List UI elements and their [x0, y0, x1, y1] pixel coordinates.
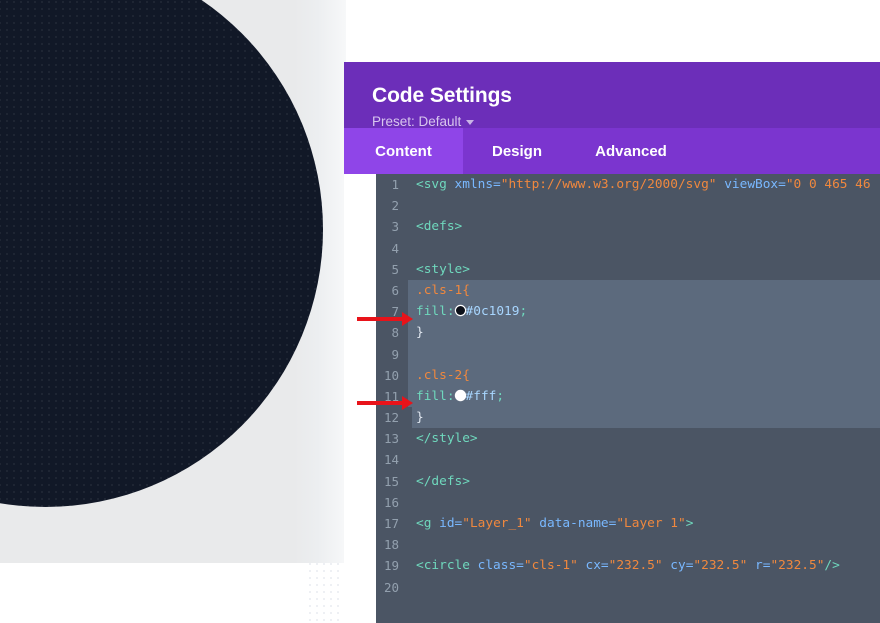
code-line: 19 <circle class="cls-1" cx="232.5" cy="… — [376, 555, 880, 576]
code-token: fill: — [416, 304, 455, 319]
code-token: <g — [416, 516, 431, 531]
code-token: > — [686, 516, 694, 531]
color-swatch-icon[interactable] — [456, 306, 465, 315]
code-token: ; — [496, 389, 504, 404]
code-line-text: <svg xmlns="http://www.w3.org/2000/svg" … — [408, 174, 871, 195]
chevron-down-icon — [466, 120, 474, 125]
line-number: 12 — [376, 407, 408, 428]
code-token: "232.5" — [609, 558, 663, 573]
code-line: 7 fill:#0c1019; — [376, 301, 880, 322]
code-editor[interactable]: 1 <svg xmlns="http://www.w3.org/2000/svg… — [376, 174, 880, 623]
line-number: 16 — [376, 492, 408, 513]
page-title: Code Settings — [372, 84, 880, 107]
code-line: 11 fill:#fff; — [376, 386, 880, 407]
code-line-text: <g id="Layer_1" data-name="Layer 1"> — [408, 513, 693, 534]
code-line-text: fill: #0c1019; — [408, 301, 527, 322]
code-line: 6 .cls-1{ — [376, 280, 880, 301]
code-token: ; — [519, 304, 527, 319]
code-token: data-name= — [532, 516, 617, 531]
code-token: "cls-1" — [524, 558, 578, 573]
code-token: cx= — [578, 558, 609, 573]
modal-header: Code Settings Preset: Default — [344, 62, 880, 128]
annotation-arrow-line-10 — [357, 401, 404, 405]
line-number: 17 — [376, 513, 408, 534]
code-line-text: </defs> — [408, 471, 470, 492]
code-line: 13 </style> — [376, 428, 880, 449]
code-token: "Layer_1" — [462, 516, 531, 531]
tab-design[interactable]: Design — [463, 128, 571, 174]
code-line: 14 — [376, 449, 880, 470]
code-token: xmlns= — [447, 177, 501, 192]
code-line: 10 .cls-2{ — [376, 365, 880, 386]
code-token: viewBox= — [717, 177, 786, 192]
code-line: 9 — [376, 344, 880, 365]
code-line-text: } — [408, 407, 424, 428]
preset-label: Preset: Default — [372, 114, 461, 129]
line-number: 1 — [376, 174, 408, 195]
line-number: 15 — [376, 471, 408, 492]
tab-advanced[interactable]: Advanced — [571, 128, 691, 174]
code-line: 2 — [376, 195, 880, 216]
code-line-text: <style> — [408, 259, 470, 280]
code-token: cy= — [663, 558, 694, 573]
line-number: 6 — [376, 280, 408, 301]
line-number: 10 — [376, 365, 408, 386]
code-token: id= — [431, 516, 462, 531]
code-line: 5 <style> — [376, 259, 880, 280]
code-line: 17 <g id="Layer_1" data-name="Layer 1"> — [376, 513, 880, 534]
line-number: 4 — [376, 238, 408, 259]
tab-content[interactable]: Content — [344, 128, 463, 174]
modal-tabbar: Content Design Advanced — [344, 128, 880, 174]
code-line-text: <defs> — [408, 216, 462, 237]
line-number: 13 — [376, 428, 408, 449]
code-line: 20 — [376, 577, 880, 598]
line-number: 18 — [376, 534, 408, 555]
code-line-text: fill: #fff; — [408, 386, 504, 407]
line-number: 9 — [376, 344, 408, 365]
code-line: 15 </defs> — [376, 471, 880, 492]
code-token: "0 0 465 46 — [786, 177, 871, 192]
code-token: "Layer 1" — [616, 516, 685, 531]
editor-left-padding — [344, 174, 376, 623]
code-line: 3 <defs> — [376, 216, 880, 237]
code-token: /> — [824, 558, 839, 573]
code-token: "232.5" — [770, 558, 824, 573]
annotation-arrow-line-6 — [357, 317, 404, 321]
code-line-text: <circle class="cls-1" cx="232.5" cy="232… — [408, 555, 840, 576]
code-settings-modal: Code Settings Preset: Default Content De… — [344, 62, 880, 623]
code-line: 16 — [376, 492, 880, 513]
line-number: 5 — [376, 259, 408, 280]
code-line: 8 } — [376, 322, 880, 343]
code-token: #0c1019 — [466, 304, 520, 319]
code-line: 12 } — [376, 407, 880, 428]
line-number: 20 — [376, 577, 408, 598]
code-token: r= — [747, 558, 770, 573]
background-dot-pattern — [309, 563, 346, 623]
code-line-text: </style> — [408, 428, 478, 449]
code-line-text: .cls-2{ — [408, 365, 470, 386]
code-line-text: .cls-1{ — [408, 280, 470, 301]
code-token: "232.5" — [693, 558, 747, 573]
code-token: "http://www.w3.org/2000/svg" — [501, 177, 717, 192]
code-line: 4 — [376, 238, 880, 259]
code-token: fill: — [416, 389, 455, 404]
editor-wrapper: 1 <svg xmlns="http://www.w3.org/2000/svg… — [344, 174, 880, 623]
code-token: #fff — [466, 389, 497, 404]
code-token: <svg — [416, 177, 447, 192]
code-token: <circle — [416, 558, 470, 573]
code-line: 18 — [376, 534, 880, 555]
line-number: 19 — [376, 555, 408, 576]
line-number: 14 — [376, 449, 408, 470]
preset-selector[interactable]: Preset: Default — [372, 114, 474, 129]
line-number: 3 — [376, 216, 408, 237]
code-line: 1 <svg xmlns="http://www.w3.org/2000/svg… — [376, 174, 880, 195]
code-token: class= — [470, 558, 524, 573]
color-swatch-icon[interactable] — [456, 391, 465, 400]
line-number: 2 — [376, 195, 408, 216]
